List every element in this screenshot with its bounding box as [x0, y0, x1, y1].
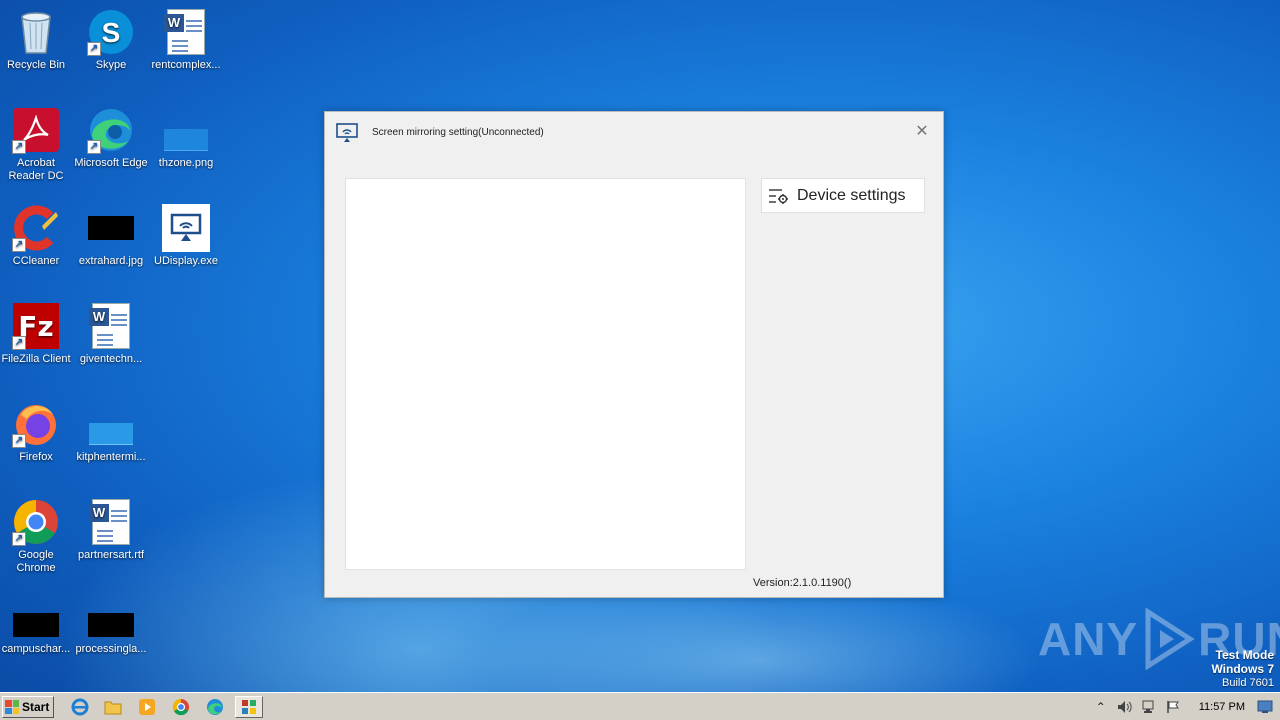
desktop-icon-label: extrahard.jpg	[78, 255, 144, 267]
desktop-icon-firefox[interactable]: ↗ Firefox	[0, 400, 74, 464]
dialog-title: Screen mirroring setting(Unconnected)	[372, 127, 544, 138]
test-mode-line: Test Mode	[1215, 648, 1274, 662]
filezilla-icon: Fz ↗	[12, 302, 60, 350]
test-mode-notice: Test Mode Windows 7 Build 7601	[1211, 648, 1274, 690]
shortcut-arrow-icon: ↗	[12, 140, 26, 154]
desktop-icon-rentcomplex[interactable]: W rentcomplex...	[148, 8, 224, 72]
shortcut-arrow-icon: ↗	[12, 336, 26, 350]
desktop-icon-label: UDisplay.exe	[154, 255, 218, 267]
screen-mirroring-dialog: Screen mirroring setting(Unconnected) ✕ …	[324, 111, 944, 598]
start-label: Start	[22, 700, 50, 714]
desktop-icon-skype[interactable]: S ↗ Skype	[73, 8, 149, 72]
action-center-flag-icon[interactable]	[1164, 698, 1182, 716]
desktop-icon-partnersart[interactable]: W partnersart.rtf	[73, 498, 149, 562]
acrobat-icon: ↗	[12, 106, 60, 154]
file-explorer-taskbar-icon[interactable]	[103, 697, 123, 717]
internet-explorer-taskbar-icon[interactable]	[70, 697, 90, 717]
build-line: Build 7601	[1222, 677, 1274, 689]
desktop-icon-label: Microsoft Edge	[74, 157, 148, 169]
recycle-bin-icon	[12, 8, 60, 56]
desktop-icon-label: thzone.png	[158, 157, 214, 169]
close-icon: ✕	[915, 123, 929, 140]
desktop-icon-edge[interactable]: ↗ Microsoft Edge	[73, 106, 149, 170]
desktop-icon-label: Acrobat Reader DC	[8, 157, 64, 182]
chrome-taskbar-icon[interactable]	[171, 697, 191, 717]
edge-icon: ↗	[87, 106, 135, 154]
desktop-icon-label: Recycle Bin	[6, 59, 66, 71]
mirror-preview-area	[345, 178, 746, 570]
edge-taskbar-icon[interactable]	[205, 697, 225, 717]
close-button[interactable]: ✕	[914, 124, 930, 140]
udisplay-icon	[162, 204, 210, 252]
image-file-icon	[162, 106, 210, 154]
shortcut-arrow-icon: ↗	[87, 140, 101, 154]
image-file-icon	[12, 610, 60, 640]
settings-sliders-icon	[769, 188, 788, 204]
desktop-icon-label: partnersart.rtf	[77, 549, 145, 561]
shortcut-arrow-icon: ↗	[87, 42, 101, 56]
show-hidden-icons-chevron-icon[interactable]: ⌃	[1092, 698, 1110, 716]
desktop-icon-filezilla[interactable]: Fz ↗ FileZilla Client	[0, 302, 74, 366]
play-logo-icon	[1145, 608, 1195, 670]
desktop-icon-extrahard[interactable]: extrahard.jpg	[73, 204, 149, 268]
desktop-icon-campuschar[interactable]: campuschar...	[0, 610, 74, 656]
skype-icon: S ↗	[87, 8, 135, 56]
desktop-icon-recycle-bin[interactable]: Recycle Bin	[0, 8, 74, 72]
word-document-icon: W	[87, 302, 135, 350]
word-document-icon: W	[162, 8, 210, 56]
desktop-icon-label: Google Chrome	[16, 549, 56, 574]
desktop-icon-label: Firefox	[19, 451, 53, 463]
os-version-line: Windows 7	[1211, 662, 1274, 676]
taskbar-clock[interactable]: 11:57 PM	[1199, 701, 1245, 713]
shortcut-arrow-icon: ↗	[12, 434, 26, 448]
desktop-icon-acrobat[interactable]: ↗ Acrobat Reader DC	[0, 106, 74, 183]
desktop-icon-label: giventechn...	[79, 353, 143, 365]
watermark-text-left: ANY	[1038, 613, 1139, 665]
device-settings-label: Device settings	[797, 186, 906, 204]
udisplay-taskbar-button[interactable]	[235, 696, 263, 718]
device-settings-button[interactable]: Device settings	[761, 178, 925, 213]
desktop-icon-label: CCleaner	[12, 255, 60, 267]
desktop-icon-giventechn[interactable]: W giventechn...	[73, 302, 149, 366]
desktop-icon-processingla[interactable]: processingla...	[73, 610, 149, 656]
firefox-icon: ↗	[12, 400, 60, 448]
windows-logo-icon	[5, 700, 19, 714]
desktop-icon-label: kitphentermi...	[76, 451, 146, 463]
volume-icon[interactable]	[1116, 698, 1134, 716]
shortcut-arrow-icon: ↗	[12, 532, 26, 546]
app-grid-icon	[242, 700, 256, 714]
media-player-taskbar-icon[interactable]	[137, 697, 157, 717]
desktop-icon-label: processingla...	[75, 643, 147, 655]
generic-file-icon	[87, 400, 135, 448]
start-button[interactable]: Start	[2, 696, 54, 718]
screen-mirroring-icon	[336, 123, 358, 143]
system-tray: ⌃ 11:57 PM	[1089, 695, 1280, 719]
word-document-icon: W	[87, 498, 135, 546]
taskbar: Start ⌃ 11:57 PM	[0, 692, 1280, 720]
desktop-icon-udisplay[interactable]: UDisplay.exe	[148, 204, 224, 268]
ccleaner-icon: ↗	[12, 204, 60, 252]
show-desktop-icon[interactable]	[1256, 698, 1274, 716]
desktop-icon-label: FileZilla Client	[1, 353, 71, 365]
chrome-icon: ↗	[12, 498, 60, 546]
desktop-icon-ccleaner[interactable]: ↗ CCleaner	[0, 204, 74, 268]
network-icon[interactable]	[1140, 698, 1158, 716]
image-file-icon	[87, 610, 135, 640]
version-label: Version:2.1.0.1190()	[753, 577, 852, 589]
desktop-icon-kitphentermi[interactable]: kitphentermi...	[73, 400, 149, 464]
desktop-icon-thzone[interactable]: thzone.png	[148, 106, 224, 170]
shortcut-arrow-icon: ↗	[12, 238, 26, 252]
desktop-icon-label: campuschar...	[1, 643, 71, 655]
desktop-icon-label: rentcomplex...	[151, 59, 221, 71]
desktop-icon-chrome[interactable]: ↗ Google Chrome	[0, 498, 74, 575]
desktop-icon-label: Skype	[95, 59, 127, 71]
image-file-icon	[87, 204, 135, 252]
